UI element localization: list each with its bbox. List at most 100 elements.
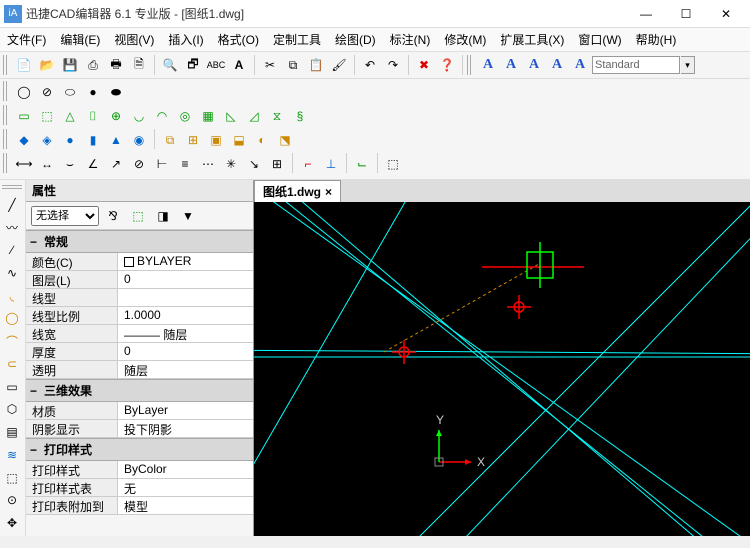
grip-icon[interactable] <box>2 183 22 189</box>
sphere-hatched-icon[interactable]: ⊘ <box>36 81 58 103</box>
dim-continue-icon[interactable]: ⋯ <box>197 153 219 175</box>
arc-tool-icon[interactable]: ◟ <box>2 286 22 306</box>
arc3-tool-icon[interactable]: ⊂ <box>2 354 22 374</box>
text-style-a4-icon[interactable]: A <box>546 54 568 76</box>
prop-value[interactable]: 0 <box>118 343 253 360</box>
cat-general[interactable]: 常规 <box>26 230 253 253</box>
polygon-tool-icon[interactable]: ⬡ <box>2 400 22 420</box>
prop-value[interactable]: BYLAYER <box>118 253 253 270</box>
menu-help[interactable]: 帮助(H) <box>629 28 684 51</box>
region3-icon[interactable]: ▣ <box>205 129 227 151</box>
spiral-icon[interactable]: § <box>289 105 311 127</box>
prop-value[interactable]: 投下阴影 <box>118 420 253 437</box>
torus-outline-icon[interactable]: ◎ <box>174 105 196 127</box>
xline-tool-icon[interactable]: ∕ <box>2 240 22 260</box>
prop-value[interactable] <box>118 289 253 306</box>
menu-view[interactable]: 视图(V) <box>107 28 161 51</box>
cylinder-outline-icon[interactable]: ⌷ <box>82 105 104 127</box>
cone-icon[interactable]: △ <box>59 105 81 127</box>
prop-row[interactable]: 线宽——— 随层 <box>26 325 253 343</box>
region-icon[interactable]: ⧉ <box>159 129 181 151</box>
prop-value[interactable]: 模型 <box>118 497 253 514</box>
minimize-button[interactable]: — <box>626 1 666 27</box>
rect-tool-icon[interactable]: ▭ <box>2 377 22 397</box>
style-dropdown-icon[interactable]: ▾ <box>681 56 695 74</box>
maximize-button[interactable]: ☐ <box>666 1 706 27</box>
prop-value[interactable]: 1.0000 <box>118 307 253 324</box>
match-icon[interactable]: 🖌 <box>328 54 350 76</box>
prop-value[interactable]: ——— 随层 <box>118 325 253 342</box>
cube-icon[interactable]: ⬚ <box>36 105 58 127</box>
prop-row[interactable]: 透明随层 <box>26 361 253 379</box>
dim-leader-icon[interactable]: ↘ <box>243 153 265 175</box>
solid-torus-icon[interactable]: ◉ <box>128 129 150 151</box>
new-file-icon[interactable]: 📄 <box>13 54 35 76</box>
delete-icon[interactable]: ✖ <box>413 54 435 76</box>
text-tool-icon[interactable]: A <box>228 54 250 76</box>
spline-tool-icon[interactable]: ∿ <box>2 263 22 283</box>
dome-icon[interactable]: ◠ <box>151 105 173 127</box>
tab-drawing1[interactable]: 图纸1.dwg × <box>254 180 341 202</box>
save-icon[interactable]: 💾 <box>59 54 81 76</box>
hatch-tool-icon[interactable]: ▤ <box>2 422 22 442</box>
grip-icon[interactable] <box>3 153 9 173</box>
prop-row[interactable]: 打印样式表无 <box>26 479 253 497</box>
cat-3d[interactable]: 三维效果 <box>26 379 253 402</box>
help-icon[interactable]: ❓ <box>436 54 458 76</box>
prop-row[interactable]: 图层(L)0 <box>26 271 253 289</box>
canvas-area[interactable]: 图纸1.dwg × X <box>254 180 750 536</box>
prop-row[interactable]: 打印样式ByColor <box>26 461 253 479</box>
open-file-icon[interactable]: 📂 <box>36 54 58 76</box>
solid-sphere-icon[interactable]: ● <box>59 129 81 151</box>
move-tool-icon[interactable]: ✥ <box>2 513 22 533</box>
menu-dimension[interactable]: 标注(N) <box>383 28 438 51</box>
menu-draw[interactable]: 绘图(D) <box>328 28 383 51</box>
dim-aligned-icon[interactable]: ↔ <box>36 153 58 175</box>
menu-window[interactable]: 窗口(W) <box>571 28 628 51</box>
redo-icon[interactable]: ↷ <box>382 54 404 76</box>
quick-select-icon[interactable]: ◨ <box>152 205 174 227</box>
wedge-outline-icon[interactable]: ◿ <box>243 105 265 127</box>
solid-cylinder-icon[interactable]: ▮ <box>82 129 104 151</box>
cat-print[interactable]: 打印样式 <box>26 438 253 461</box>
solid-box-icon[interactable]: ◆ <box>13 129 35 151</box>
print-preview-icon[interactable]: 🗎 <box>128 54 150 76</box>
circle-outline-icon[interactable]: ◯ <box>13 81 35 103</box>
hourglass-icon[interactable]: ⧖ <box>266 105 288 127</box>
prop-row[interactable]: 阴影显示投下阴影 <box>26 420 253 438</box>
pyramid-outline-icon[interactable]: ◺ <box>220 105 242 127</box>
solid-diamond-icon[interactable]: ◈ <box>36 129 58 151</box>
spell-icon[interactable]: ABC <box>205 54 227 76</box>
dim-tolerance-icon[interactable]: ⊞ <box>266 153 288 175</box>
misc-tool-icon[interactable]: ⊙ <box>2 490 22 510</box>
zoom-icon[interactable]: 🔍 <box>159 54 181 76</box>
saveas-icon[interactable]: ⎙ <box>82 54 104 76</box>
style-combo[interactable] <box>592 56 680 74</box>
prop-row[interactable]: 颜色(C)BYLAYER <box>26 253 253 271</box>
dim-arc-icon[interactable]: ⌣ <box>59 153 81 175</box>
mesh-icon[interactable]: ▦ <box>197 105 219 127</box>
drawing-canvas[interactable]: X Y <box>254 202 750 536</box>
arc2-tool-icon[interactable]: ⌒ <box>2 331 22 351</box>
ucs3-icon[interactable]: ⌙ <box>351 153 373 175</box>
dim-center-icon[interactable]: ✳ <box>220 153 242 175</box>
prop-row[interactable]: 线型比例1.0000 <box>26 307 253 325</box>
revolve-icon[interactable]: ◐ <box>251 129 273 151</box>
menu-modify[interactable]: 修改(M) <box>437 28 493 51</box>
sphere-icon[interactable]: ● <box>82 81 104 103</box>
funnel-icon[interactable]: ▼ <box>177 205 199 227</box>
prop-row[interactable]: 材质ByLayer <box>26 402 253 420</box>
prop-row[interactable]: 打印表附加到模型 <box>26 497 253 515</box>
prop-value[interactable]: 无 <box>118 479 253 496</box>
line-tool-icon[interactable]: ╱ <box>2 195 22 215</box>
menu-extend-tools[interactable]: 扩展工具(X) <box>493 28 571 51</box>
circle-tool-icon[interactable]: ◯ <box>2 309 22 329</box>
menu-insert[interactable]: 插入(I) <box>161 28 210 51</box>
dim-linear-icon[interactable]: ⟷ <box>13 153 35 175</box>
dim-baseline-icon[interactable]: ≡ <box>174 153 196 175</box>
text-style-a5-icon[interactable]: A <box>569 54 591 76</box>
grip-icon[interactable] <box>3 105 9 125</box>
pick-add-icon[interactable]: ⬚ <box>127 205 149 227</box>
wiresphere-icon[interactable]: ⊕ <box>105 105 127 127</box>
wave-tool-icon[interactable]: ≋ <box>2 445 22 465</box>
